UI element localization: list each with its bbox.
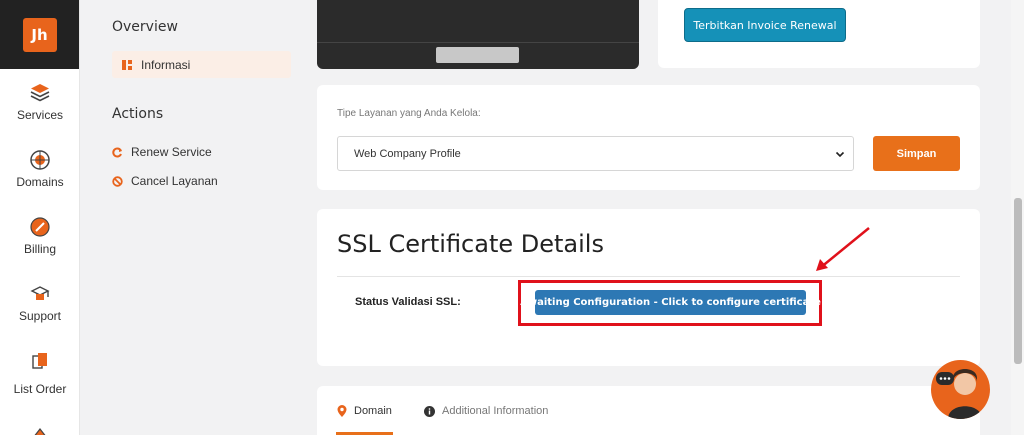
scrollbar-thumb[interactable]	[1014, 198, 1022, 364]
chat-widget-button[interactable]	[931, 360, 990, 419]
service-subsidebar: Overview Informasi Actions Renew Service…	[80, 0, 304, 435]
nav-label-support: Support	[18, 309, 62, 323]
tab-domain[interactable]: Domain	[337, 405, 392, 417]
action-renew-service[interactable]: Renew Service	[112, 145, 212, 159]
nav-item-support[interactable]: Support	[0, 283, 80, 323]
icon-sidebar: Jh Services Domains Billing Support List…	[0, 0, 80, 435]
ssl-title: SSL Certificate Details	[337, 230, 604, 258]
brand-logo[interactable]: Jh	[22, 17, 57, 52]
chevron-down-icon	[835, 151, 845, 158]
nav-label-billing: Billing	[23, 242, 56, 256]
domains-icon	[30, 150, 50, 170]
location-pin-icon	[337, 405, 347, 417]
nav-label-list-order: List Order	[13, 382, 67, 396]
support-agent-avatar-icon	[936, 369, 982, 419]
more-nav-icon	[34, 428, 46, 435]
subnav-item-informasi[interactable]: Informasi	[112, 51, 291, 78]
nav-item-services[interactable]: Services	[0, 82, 80, 122]
list-order-icon	[32, 353, 47, 369]
nav-item-domains[interactable]: Domains	[0, 149, 80, 189]
nav-item-billing[interactable]: Billing	[0, 216, 80, 256]
logo-area: Jh	[0, 0, 79, 69]
subnav-item-informasi-label: Informasi	[141, 57, 191, 72]
service-type-select[interactable]: Web Company Profile	[337, 136, 854, 171]
ssl-status-label: Status Validasi SSL:	[355, 296, 461, 308]
billing-icon	[30, 217, 50, 237]
tab-additional-information-label: Additional Information	[442, 405, 549, 417]
issue-renewal-invoice-button[interactable]: Terbitkan Invoice Renewal	[684, 8, 846, 42]
video-control-bar	[317, 42, 639, 43]
service-type-label: Tipe Layanan yang Anda Kelola:	[337, 108, 481, 119]
service-type-selected: Web Company Profile	[354, 147, 461, 160]
ssl-divider	[337, 276, 960, 277]
services-icon	[30, 84, 50, 102]
informasi-icon	[122, 59, 132, 70]
action-cancel-layanan-label: Cancel Layanan	[131, 174, 218, 188]
info-icon	[424, 405, 435, 417]
annotation-arrow-icon	[816, 227, 870, 271]
tab-domain-label: Domain	[354, 405, 392, 417]
support-icon	[30, 286, 50, 300]
actions-title: Actions	[112, 106, 164, 122]
cancel-icon	[112, 175, 123, 187]
video-preview[interactable]	[317, 0, 639, 69]
overview-title: Overview	[112, 19, 178, 35]
video-seek-handle[interactable]	[436, 47, 519, 63]
tabs-card	[317, 386, 980, 435]
configure-certificate-button[interactable]: Awaiting Configuration - Click to config…	[520, 290, 821, 315]
nav-label-services: Services	[16, 108, 63, 122]
nav-item-list-order[interactable]: List Order	[0, 350, 80, 396]
save-button[interactable]: Simpan	[873, 136, 960, 171]
tab-additional-information[interactable]: Additional Information	[424, 405, 548, 417]
renew-icon	[112, 147, 122, 157]
action-cancel-layanan[interactable]: Cancel Layanan	[112, 174, 218, 188]
action-renew-service-label: Renew Service	[131, 145, 212, 159]
nav-label-domains: Domains	[16, 175, 64, 189]
